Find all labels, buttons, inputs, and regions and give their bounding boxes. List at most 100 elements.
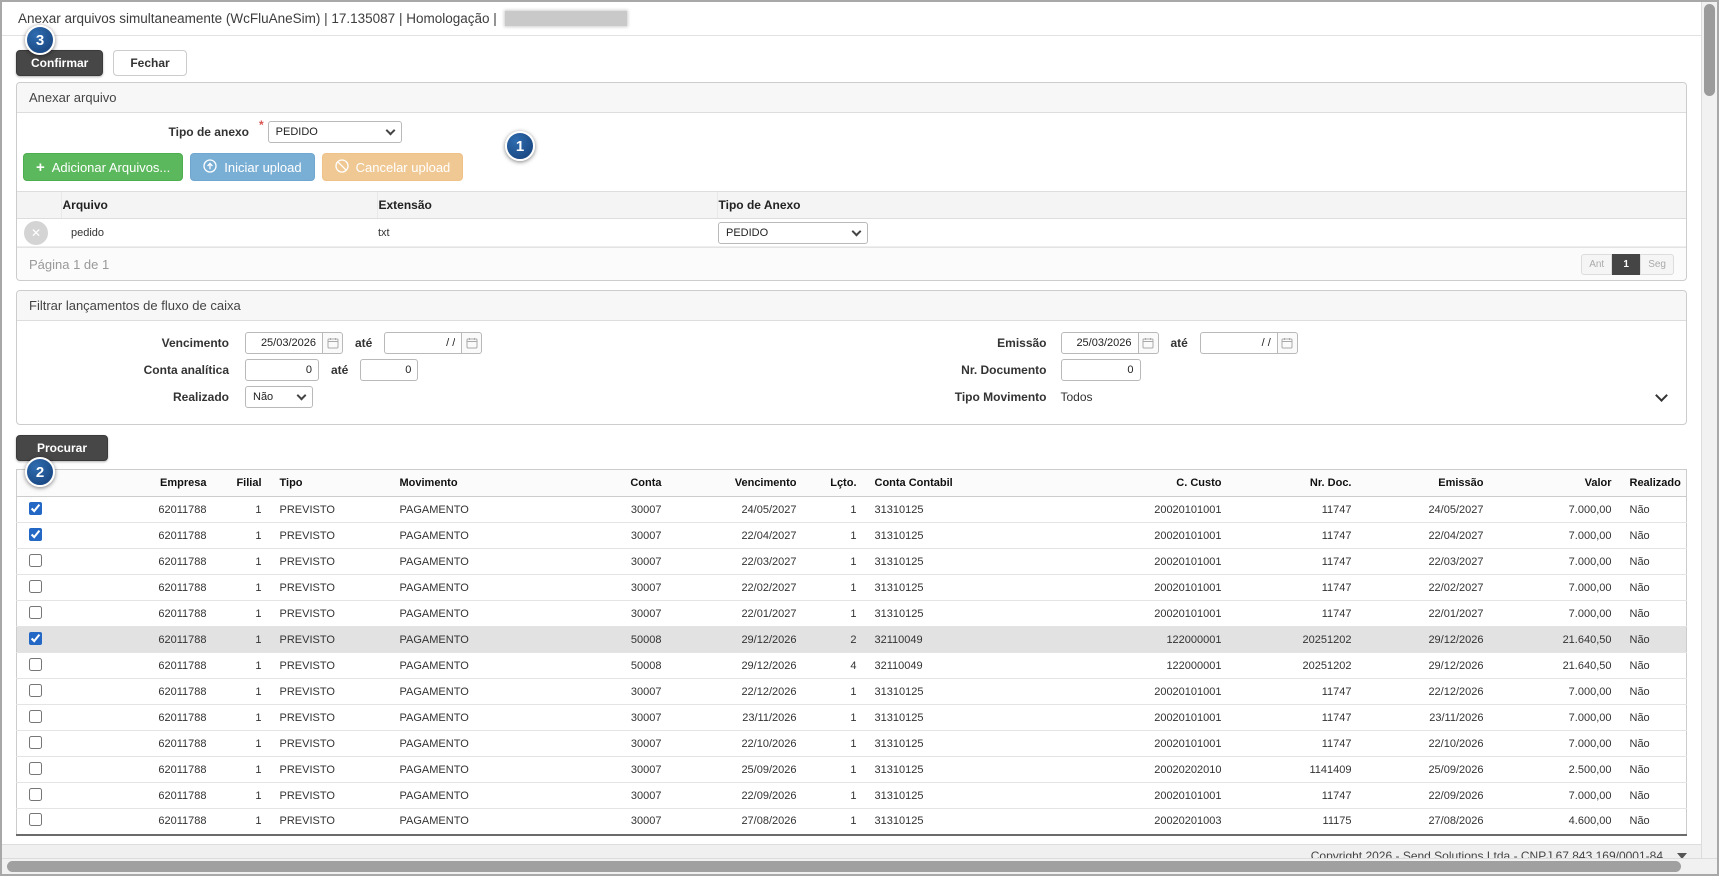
cell: 25/09/2026 [672,757,807,783]
filter-panel-title: Filtrar lançamentos de fluxo de caixa [17,291,1686,321]
horizontal-scrollbar-thumb[interactable] [7,861,1681,872]
file-row: ✕ pedido txt PEDIDO [17,219,1686,247]
row-checkbox[interactable] [29,658,42,671]
tipo-anexo-select[interactable]: PEDIDO [268,121,402,143]
row-checkbox[interactable] [29,502,42,515]
cell: PREVISTO [272,497,392,523]
table-row: 620117881PREVISTOPAGAMENTO3000725/09/202… [17,757,1687,783]
cell: 11747 [1232,731,1362,757]
cell: PREVISTO [272,523,392,549]
cell: 1 [217,679,272,705]
emissao-from-input[interactable] [1061,332,1139,354]
row-checkbox[interactable] [29,710,42,723]
cell: 29/12/2026 [672,627,807,653]
cell: 11747 [1232,679,1362,705]
calendar-icon[interactable] [1278,332,1298,354]
cell: 31310125 [867,497,1092,523]
row-checkbox[interactable] [29,813,42,826]
confirm-button[interactable]: Confirmar [16,50,103,76]
table-row: 620117881PREVISTOPAGAMENTO3000722/12/202… [17,679,1687,705]
tipo-anexo-label: Tipo de anexo [17,125,249,139]
cell: 23/11/2026 [1362,705,1502,731]
results-column-header: Nr. Doc. [1232,470,1362,497]
realizado-selected-value: Não [253,391,273,403]
row-checkbox[interactable] [29,554,42,567]
file-tipo-anexo-select[interactable]: PEDIDO [718,222,868,244]
cell: 29/12/2026 [1362,627,1502,653]
nr-documento-input[interactable] [1061,359,1141,381]
start-upload-label: Iniciar upload [224,160,301,175]
results-column-header: Movimento [392,470,592,497]
emissao-until-label: até [1171,336,1188,350]
cell: 25/09/2026 [1362,757,1502,783]
add-files-label: Adicionar Arquivos... [52,160,171,175]
cell: 30007 [592,575,672,601]
pager-next-button[interactable]: Seg [1640,254,1674,275]
cell: 24/05/2027 [672,497,807,523]
cell: PAGAMENTO [392,601,592,627]
tipo-movimento-dropdown-chevron-icon[interactable] [1655,389,1668,402]
conta-analitica-from-input[interactable] [245,359,319,381]
cell: 31310125 [867,731,1092,757]
cell: 7.000,00 [1502,497,1622,523]
search-button[interactable]: Procurar [16,435,108,461]
start-upload-button[interactable]: Iniciar upload [190,153,314,181]
emissao-label: Emissão [852,336,1047,350]
calendar-icon[interactable] [323,332,343,354]
cell: 20020101001 [1092,679,1232,705]
row-checkbox[interactable] [29,736,42,749]
cell: 21.640,50 [1502,627,1622,653]
cell: 31310125 [867,757,1092,783]
emissao-to-input[interactable] [1200,332,1278,354]
realizado-select[interactable]: Não [245,386,313,408]
vertical-scrollbar-thumb[interactable] [1704,4,1715,96]
cell: 2.500,00 [1502,757,1622,783]
files-header-arquivo: Arquivo [61,192,377,219]
conta-analitica-to-input[interactable] [360,359,418,381]
cell: 32110049 [867,627,1092,653]
cell: 30007 [592,549,672,575]
row-checkbox[interactable] [29,606,42,619]
pager-page-1-button[interactable]: 1 [1612,254,1640,275]
vencimento-to-input[interactable] [384,332,462,354]
cell: 27/08/2026 [672,809,807,835]
calendar-icon[interactable] [1139,332,1159,354]
row-checkbox[interactable] [29,788,42,801]
close-button[interactable]: Fechar [113,50,186,76]
cell: PREVISTO [272,601,392,627]
file-tipo-selected-value: PEDIDO [726,227,768,239]
realizado-row: Realizado Não [17,385,852,409]
cell: 30007 [592,731,672,757]
cell: 22/10/2026 [672,731,807,757]
calendar-icon[interactable] [462,332,482,354]
cell: 1 [217,731,272,757]
cell: 1 [217,549,272,575]
cell: 30007 [592,783,672,809]
cell: 22/12/2026 [1362,679,1502,705]
row-checkbox[interactable] [29,632,42,645]
cancel-upload-button[interactable]: Cancelar upload [322,153,464,181]
row-checkbox[interactable] [29,762,42,775]
cell: 1141409 [1232,757,1362,783]
cell: Não [1622,757,1687,783]
vencimento-from-input[interactable] [245,332,323,354]
page-indicator: Página 1 de 1 [29,257,109,272]
row-checkbox[interactable] [29,580,42,593]
pager-prev-button[interactable]: Ant [1581,254,1612,275]
cell: 11747 [1232,497,1362,523]
cell: 11747 [1232,601,1362,627]
row-checkbox[interactable] [29,684,42,697]
cell: 1 [217,575,272,601]
cancel-upload-label: Cancelar upload [356,160,451,175]
table-row: 620117881PREVISTOPAGAMENTO3000722/01/202… [17,601,1687,627]
files-header-row: Arquivo Extensão Tipo de Anexo [17,192,1686,219]
callout-3-badge: 3 [25,25,55,55]
remove-file-icon[interactable]: ✕ [24,221,48,245]
add-files-button[interactable]: + Adicionar Arquivos... [23,153,183,181]
cell: 1 [217,757,272,783]
cell: 7.000,00 [1502,575,1622,601]
cell: PREVISTO [272,705,392,731]
cell: 22/09/2026 [672,783,807,809]
tipo-movimento-row: Tipo Movimento Todos [852,385,1687,409]
row-checkbox[interactable] [29,528,42,541]
